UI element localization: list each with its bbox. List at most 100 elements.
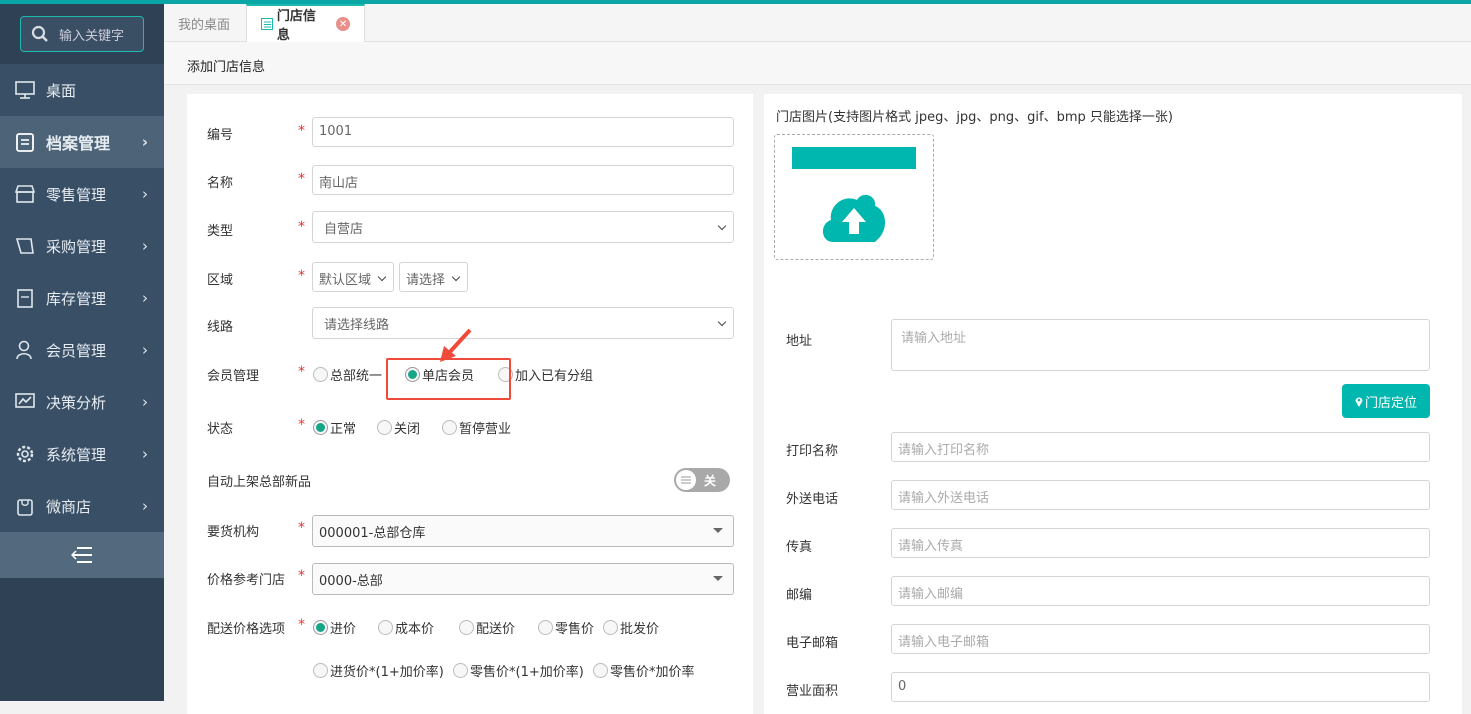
sub-region-select[interactable]: 请选择 bbox=[399, 262, 468, 292]
radio-price-retail-markup[interactable]: 零售价*(1+加价率) bbox=[453, 661, 584, 680]
required-star: * bbox=[298, 268, 305, 284]
bag-icon bbox=[14, 495, 36, 517]
sidebar-item-inventory[interactable]: 库存管理 › bbox=[0, 272, 164, 324]
collapse-sidebar-button[interactable] bbox=[0, 532, 164, 578]
radio-status-normal[interactable]: 正常 bbox=[313, 418, 356, 437]
radio-circle bbox=[313, 663, 328, 678]
sidebar-item-label: 微商店 bbox=[46, 497, 92, 516]
button-label: 门店定位 bbox=[1364, 395, 1417, 411]
tab-my-desktop[interactable]: 我的桌面 bbox=[164, 4, 244, 42]
close-tab-icon[interactable]: ✕ bbox=[336, 17, 350, 31]
required-star: * bbox=[298, 568, 305, 584]
menu-collapse-icon bbox=[71, 547, 92, 563]
radio-price-delivery[interactable]: 配送价 bbox=[459, 618, 515, 637]
chevron-right-icon: › bbox=[141, 133, 148, 151]
sidebar-item-label: 采购管理 bbox=[46, 237, 107, 256]
supplier-select[interactable]: 000001-总部仓库 bbox=[312, 515, 734, 547]
radio-price-cost[interactable]: 成本价 bbox=[378, 618, 434, 637]
auto-shelf-label: 自动上架总部新品 bbox=[207, 475, 312, 490]
fax-label: 传真 bbox=[786, 540, 813, 555]
supplier-value: 000001-总部仓库 bbox=[319, 526, 426, 541]
area-input[interactable]: 0 bbox=[891, 672, 1430, 702]
radio-status-closed[interactable]: 关闭 bbox=[377, 418, 420, 437]
area-label: 营业面积 bbox=[786, 684, 839, 699]
purchase-icon bbox=[14, 235, 36, 257]
radio-price-retail-rate[interactable]: 零售价*加价率 bbox=[593, 661, 695, 680]
sidebar-item-member[interactable]: 会员管理 › bbox=[0, 324, 164, 376]
radio-price-wholesale[interactable]: 批发价 bbox=[603, 618, 659, 637]
radio-label: 正常 bbox=[330, 422, 357, 437]
radio-circle bbox=[378, 620, 393, 635]
route-select[interactable]: 请选择线路 bbox=[312, 307, 734, 339]
sidebar-item-label: 零售管理 bbox=[46, 185, 107, 204]
toggle-state: 关 bbox=[704, 473, 717, 488]
zip-input[interactable]: 请输入邮编 bbox=[891, 576, 1430, 606]
map-pin-icon bbox=[1355, 397, 1363, 407]
delivery-phone-input[interactable]: 请输入外送电话 bbox=[891, 480, 1430, 510]
code-input[interactable]: 1001 bbox=[312, 117, 734, 147]
fax-input[interactable]: 请输入传真 bbox=[891, 528, 1430, 558]
sidebar-item-label: 档案管理 bbox=[46, 134, 111, 153]
radio-price-retail[interactable]: 零售价 bbox=[538, 618, 594, 637]
tab-store-info[interactable]: 门店信息 ✕ bbox=[246, 4, 365, 43]
radio-label: 进货价*(1+加价率) bbox=[330, 665, 444, 680]
sidebar-item-system[interactable]: 系统管理 › bbox=[0, 428, 164, 480]
radio-circle bbox=[313, 367, 328, 382]
sidebar-item-analysis[interactable]: 决策分析 › bbox=[0, 376, 164, 428]
search-placeholder: 输入关键字 bbox=[59, 28, 125, 44]
auto-shelf-toggle[interactable]: 关 bbox=[674, 468, 730, 492]
region-label: 区域 bbox=[207, 273, 234, 288]
chevron-right-icon: › bbox=[142, 497, 148, 515]
price-ref-select[interactable]: 0000-总部 bbox=[312, 563, 734, 595]
sidebar-item-archive[interactable]: 档案管理 › bbox=[0, 116, 164, 168]
search-icon bbox=[31, 25, 48, 42]
tab-label: 我的桌面 bbox=[178, 17, 231, 33]
tab-label: 门店信息 bbox=[276, 9, 316, 43]
radio-circle bbox=[603, 620, 618, 635]
upload-bar bbox=[792, 147, 916, 169]
address-input[interactable]: 请输入地址 bbox=[891, 319, 1430, 371]
image-upload-area[interactable] bbox=[774, 134, 934, 260]
sidebar-item-desktop[interactable]: 桌面 bbox=[0, 64, 164, 116]
radio-member-group[interactable]: 加入已有分组 bbox=[498, 365, 593, 384]
required-star: * bbox=[298, 520, 305, 536]
region-select[interactable]: 默认区域 bbox=[312, 262, 394, 292]
locate-store-button[interactable]: 门店定位 bbox=[1342, 384, 1430, 418]
radio-circle bbox=[377, 420, 392, 435]
cloud-upload-icon bbox=[822, 194, 886, 242]
route-value: 请选择线路 bbox=[324, 318, 390, 333]
zip-label: 邮编 bbox=[786, 588, 813, 603]
user-icon bbox=[14, 339, 36, 361]
delivery-price-label: 配送价格选项 bbox=[207, 622, 286, 637]
email-input[interactable]: 请输入电子邮箱 bbox=[891, 624, 1430, 654]
required-star: * bbox=[298, 171, 305, 187]
search-input[interactable]: 输入关键字 bbox=[20, 16, 144, 52]
radio-price-purchase[interactable]: 进价 bbox=[313, 618, 356, 637]
sub-region-value: 请选择 bbox=[406, 273, 446, 288]
sidebar-item-label: 决策分析 bbox=[46, 393, 107, 412]
sidebar-item-label: 库存管理 bbox=[46, 289, 107, 308]
price-ref-value: 0000-总部 bbox=[319, 574, 383, 589]
sidebar-item-label: 桌面 bbox=[46, 81, 77, 100]
radio-member-hq[interactable]: 总部统一 bbox=[313, 365, 382, 384]
tab-bar: 我的桌面 门店信息 ✕ bbox=[164, 4, 1471, 43]
name-label: 名称 bbox=[207, 176, 234, 191]
supplier-label: 要货机构 bbox=[207, 525, 260, 540]
print-name-input[interactable]: 请输入打印名称 bbox=[891, 432, 1430, 462]
radio-status-paused[interactable]: 暂停营业 bbox=[442, 418, 511, 437]
radio-circle bbox=[313, 620, 328, 635]
sidebar-item-microstore[interactable]: 微商店 › bbox=[0, 480, 164, 532]
route-label: 线路 bbox=[207, 320, 234, 335]
sidebar-item-purchase[interactable]: 采购管理 › bbox=[0, 220, 164, 272]
radio-label: 加入已有分组 bbox=[515, 369, 594, 384]
radio-label: 成本价 bbox=[395, 622, 435, 637]
radio-label: 批发价 bbox=[620, 622, 660, 637]
required-star: * bbox=[298, 123, 305, 139]
radio-price-purchase-markup[interactable]: 进货价*(1+加价率) bbox=[313, 661, 444, 680]
price-ref-label: 价格参考门店 bbox=[207, 573, 286, 588]
type-select[interactable]: 自营店 bbox=[312, 211, 734, 243]
chevron-right-icon: › bbox=[142, 237, 148, 255]
sidebar-item-label: 会员管理 bbox=[46, 341, 107, 360]
name-input[interactable]: 南山店 bbox=[312, 165, 734, 195]
sidebar-item-retail[interactable]: 零售管理 › bbox=[0, 168, 164, 220]
